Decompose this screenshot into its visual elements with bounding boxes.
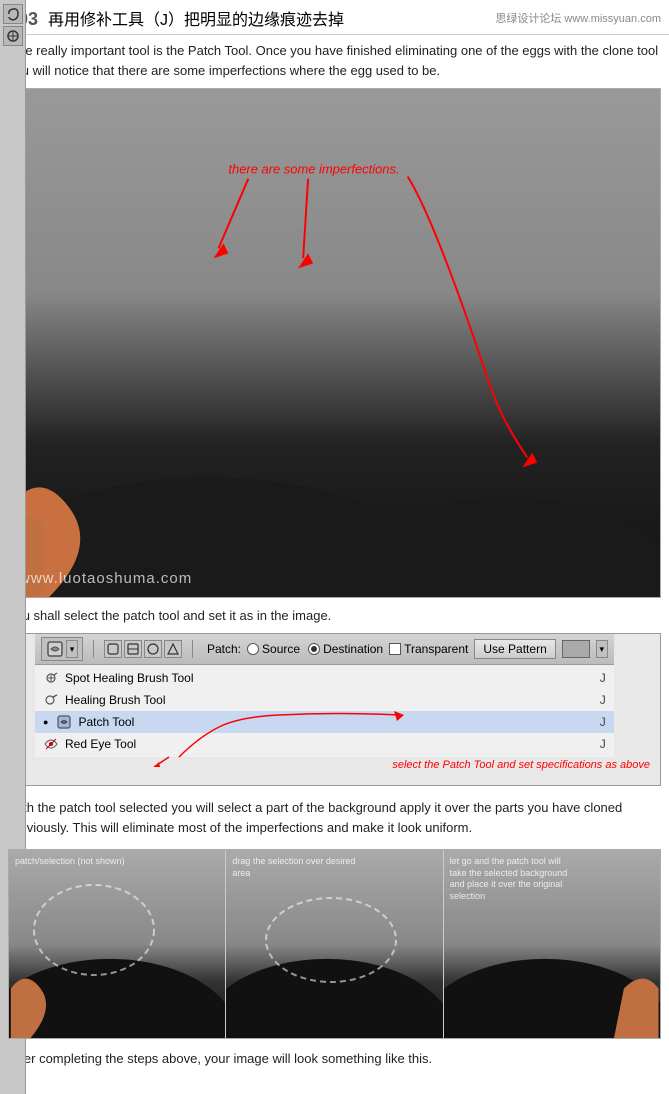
step-label-3: let go and the patch tool will take the … bbox=[450, 856, 580, 903]
patch-icon-group[interactable]: ▾ bbox=[41, 637, 83, 661]
color-swatch[interactable] bbox=[562, 640, 590, 658]
step-panel-2: drag the selection over desired area bbox=[226, 850, 443, 1038]
main-image-bg: there are some imperfections. www.luotao… bbox=[9, 89, 660, 597]
header-left: 003 再用修补工具（J）把明显的边缘痕迹去掉 bbox=[8, 6, 344, 30]
radio-source[interactable]: Source bbox=[247, 642, 300, 656]
patch-tool-label: Patch Tool bbox=[78, 715, 134, 729]
select-instruction: You shall select the patch tool and set … bbox=[0, 604, 669, 629]
tb-icon-3[interactable] bbox=[144, 640, 162, 658]
step-bg-3: let go and the patch tool will take the … bbox=[444, 850, 660, 1038]
site-label: 思绿设计论坛 www.missyuan.com bbox=[495, 10, 661, 26]
toolbar-icons bbox=[104, 640, 182, 658]
transparent-checkbox[interactable] bbox=[389, 643, 401, 655]
lasso-icon[interactable] bbox=[3, 4, 23, 24]
main-image: there are some imperfections. www.luotao… bbox=[8, 88, 661, 598]
page-header: 003 再用修补工具（J）把明显的边缘痕迹去掉 思绿设计论坛 www.missy… bbox=[0, 0, 669, 35]
annotation-arrows: there are some imperfections. bbox=[9, 89, 660, 597]
step-bg-2: drag the selection over desired area bbox=[226, 850, 442, 1038]
radio-group: Source Destination bbox=[247, 642, 383, 656]
transparent-checkbox-item[interactable]: Transparent bbox=[389, 642, 468, 656]
source-label: Source bbox=[262, 642, 300, 656]
selected-dot: ● bbox=[43, 717, 48, 727]
healing-brush-icon bbox=[43, 692, 59, 708]
radio-destination[interactable]: Destination bbox=[308, 642, 383, 656]
separator-2 bbox=[192, 640, 193, 658]
spot-healing-label: Spot Healing Brush Tool bbox=[65, 671, 194, 685]
swatch-dropdown[interactable]: ▾ bbox=[596, 640, 608, 658]
patch-tool-icon bbox=[56, 714, 72, 730]
tb-icon-1[interactable] bbox=[104, 640, 122, 658]
annotation-arrow-svg bbox=[139, 707, 439, 767]
healing-brush-side-icon[interactable] bbox=[3, 26, 23, 46]
red-eye-icon bbox=[43, 736, 59, 752]
transparent-label: Transparent bbox=[404, 642, 468, 656]
destination-radio[interactable] bbox=[308, 643, 320, 655]
red-eye-key: J bbox=[600, 737, 606, 751]
toolbar-panel: ▾ bbox=[8, 633, 661, 786]
separator-1 bbox=[93, 640, 94, 658]
toolbar-top: ▾ bbox=[35, 634, 614, 665]
step-label-1: patch/selection (not shown) bbox=[15, 856, 125, 868]
final-text: After completing the steps above, your i… bbox=[0, 1045, 669, 1074]
annotation-bar: select the Patch Tool and set specificat… bbox=[9, 757, 660, 785]
use-pattern-button[interactable]: Use Pattern bbox=[474, 639, 555, 659]
description-text: With the patch tool selected you will se… bbox=[0, 792, 669, 845]
dashed-circle-2 bbox=[256, 890, 406, 990]
steps-image-container: patch/selection (not shown) bbox=[8, 849, 661, 1039]
svg-text:there are some imperfections.: there are some imperfections. bbox=[228, 162, 399, 177]
step-title: 再用修补工具（J）把明显的边缘痕迹去掉 bbox=[48, 6, 344, 30]
tool-dropdown-arrow[interactable]: ▾ bbox=[66, 640, 78, 658]
intro-text: One really important tool is the Patch T… bbox=[0, 35, 669, 88]
step-panel-3: let go and the patch tool will take the … bbox=[444, 850, 660, 1038]
spot-healing-icon bbox=[43, 670, 59, 686]
tool-spot-healing[interactable]: Spot Healing Brush Tool J bbox=[35, 667, 614, 689]
destination-label: Destination bbox=[323, 642, 383, 656]
spot-healing-key: J bbox=[600, 671, 606, 685]
patch-label: Patch: bbox=[207, 642, 241, 656]
tb-icon-4[interactable] bbox=[164, 640, 182, 658]
patch-tool-key: J bbox=[600, 715, 606, 729]
dashed-circle-1 bbox=[29, 880, 159, 980]
red-eye-label: Red Eye Tool bbox=[65, 737, 136, 751]
tb-icon-2[interactable] bbox=[124, 640, 142, 658]
step-label-2: drag the selection over desired area bbox=[232, 856, 362, 879]
healing-brush-key: J bbox=[600, 693, 606, 707]
watermark-main: www.luotaoshuma.com bbox=[19, 570, 192, 587]
healing-brush-label: Healing Brush Tool bbox=[65, 693, 166, 707]
patch-tool-icon bbox=[46, 640, 64, 658]
step-panel-1: patch/selection (not shown) bbox=[9, 850, 226, 1038]
step-bg-1: patch/selection (not shown) bbox=[9, 850, 225, 1038]
source-radio[interactable] bbox=[247, 643, 259, 655]
